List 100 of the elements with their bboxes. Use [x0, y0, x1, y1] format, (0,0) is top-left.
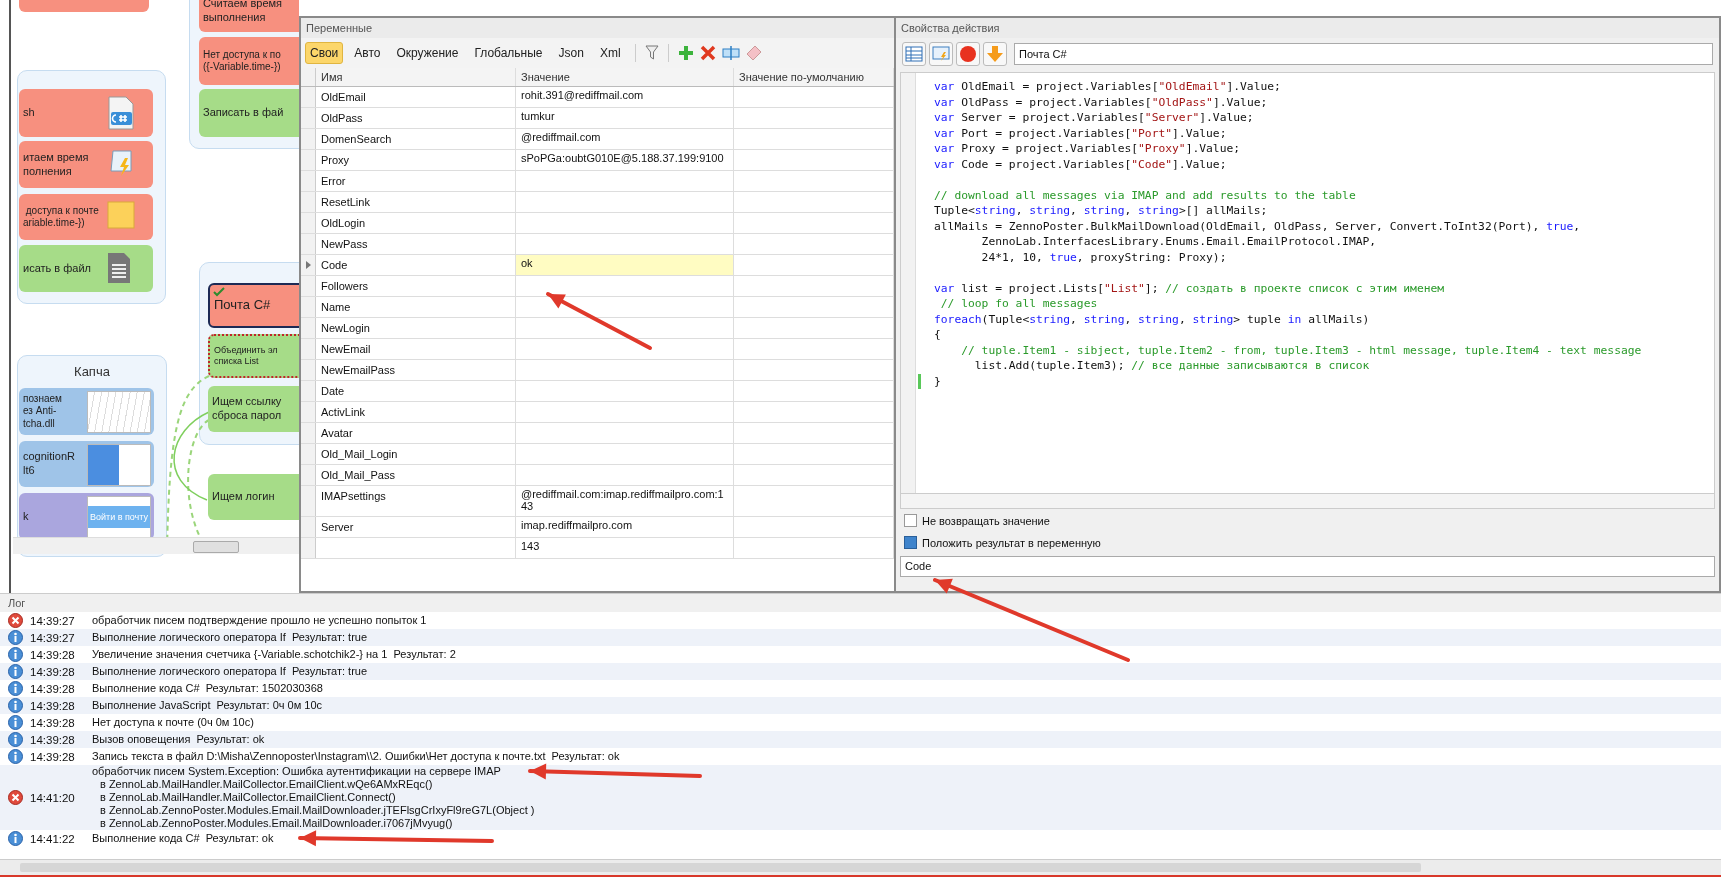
- action-node[interactable]: Почта C#: [208, 283, 299, 328]
- column-header[interactable]: Значение: [516, 68, 734, 86]
- thumbnail-text: Войти в почту: [87, 506, 151, 528]
- row-indicator-icon: [305, 261, 311, 269]
- node-label: исать в файл: [23, 261, 91, 276]
- filter-icon[interactable]: [644, 45, 659, 61]
- column-header[interactable]: Имя: [316, 68, 516, 86]
- eraser-icon[interactable]: [745, 45, 762, 61]
- log-time: 14:39:28: [30, 648, 76, 661]
- node-label: ariable.time-}): [23, 217, 86, 230]
- code-line: allMails = ZennoPoster.BulkMailDownload(OldEmail, OldPass, Server, Convert.ToInt32(Port), true,: [934, 218, 1581, 234]
- record-icon[interactable]: [956, 42, 980, 66]
- log-message: Выполнение логического оператора If Результат: true: [92, 631, 368, 644]
- table-cell: Name: [316, 297, 516, 317]
- horizontal-scrollbar[interactable]: [900, 494, 1715, 509]
- tab[interactable]: Авто: [349, 42, 386, 64]
- action-node[interactable]: исать в файл: [19, 245, 153, 292]
- code-line: list.Add(tuple.Item3); // все данные записываются в список: [973, 358, 1370, 374]
- code-line: // tuple.Item1 - sibject, tuple.Item2 - from, tuple.Item3 - html message, tuple.Item4 - text message: [960, 342, 1642, 358]
- table-cell: NewEmailPass: [316, 360, 516, 380]
- log-message: Запись текста в файл D:\Misha\Zennoposter\Instagram\\2. Ошибки\Нет доступа к почте.txt Результат: ok: [92, 750, 620, 763]
- code-line: var Port = project.Variables["Port"].Value;: [934, 125, 1227, 141]
- node-label: познаем: [23, 392, 62, 406]
- tab[interactable]: Json: [553, 42, 589, 64]
- node-label: Нет доступа к по: [203, 48, 281, 61]
- action-node[interactable]: Ищем логин: [208, 474, 299, 520]
- log-time: 14:39:28: [30, 665, 76, 678]
- tab[interactable]: Свои: [305, 42, 344, 64]
- code-line: {: [934, 327, 941, 343]
- action-node[interactable]: познаем ез Anti- tcha.dll: [19, 388, 154, 435]
- log-message: обработчик писем подтверждение прошло не успешно попыток 1: [92, 614, 427, 627]
- image-placeholder: [87, 444, 151, 486]
- action-node[interactable]: Ищем ссылку сброса парол: [208, 386, 299, 432]
- code-line: }: [934, 373, 941, 389]
- row-header[interactable]: [301, 255, 316, 275]
- table-cell: Old_Mail_Pass: [316, 465, 516, 485]
- panel-title: Свойства действия: [896, 18, 1719, 38]
- code-line: var OldEmail = project.Variables["OldEmail"].Value;: [934, 79, 1281, 95]
- action-node[interactable]: Записать в фай: [199, 89, 299, 137]
- checkbox-label: Не возвращать значение: [922, 514, 1050, 527]
- node-label: cognitionR: [23, 450, 75, 464]
- code-line: // loop fo all messages: [939, 296, 1098, 312]
- node-label: Ищем ссылку: [212, 395, 282, 409]
- table-cell: Proxy: [316, 150, 516, 170]
- table-view-icon[interactable]: [902, 42, 926, 66]
- code-line: 24*1, 10, true, proxyString: Proxy);: [980, 249, 1227, 265]
- action-node[interactable]: Считаем время выполнения: [199, 0, 299, 32]
- log-message: Выполнение JavaScript Результат: 0ч 0м 10с: [92, 699, 323, 712]
- table-cell: OldEmail: [316, 87, 516, 107]
- log-message: в ZennoLab.MailHandler.MailCollector.EmailClient.Connect(): [99, 791, 397, 804]
- horizontal-scrollbar[interactable]: [13, 537, 299, 554]
- code-line: var Server = project.Variables["Server"].Value;: [934, 110, 1254, 126]
- node-label: Ищем логин: [212, 490, 275, 504]
- window-lightning-icon[interactable]: [929, 42, 953, 66]
- node-label: итаем время: [23, 150, 89, 165]
- log-time: 14:39:28: [30, 716, 76, 729]
- log-time: 14:39:28: [30, 733, 76, 746]
- node-label: sh: [23, 106, 35, 120]
- log-message: Выполнение логического оператора If Результат: true: [92, 665, 368, 678]
- tab[interactable]: Xml: [594, 42, 626, 64]
- columns-icon[interactable]: [721, 45, 740, 61]
- checkbox[interactable]: [904, 536, 917, 549]
- delete-icon[interactable]: [699, 45, 716, 61]
- action-node[interactable]: доступа к почте ariable.time-}): [19, 194, 153, 240]
- log-message: Выполнение кода C# Результат: ok: [92, 832, 274, 845]
- horizontal-scrollbar[interactable]: [0, 859, 1721, 875]
- action-node[interactable]: Нет доступа к по ({-Variable.time-}): [199, 37, 299, 85]
- node-label: ({-Variable.time-}): [203, 61, 281, 74]
- table-cell: NewLogin: [316, 318, 516, 338]
- code-line: var Proxy = project.Variables["Proxy"].Value;: [934, 141, 1241, 157]
- code-line: // download all messages via IMAP and add results to the table: [934, 187, 1356, 203]
- action-node[interactable]: Объединить эл списка List: [208, 334, 299, 378]
- log-time: 14:39:27: [30, 614, 76, 627]
- table-cell: Old_Mail_Login: [316, 444, 516, 464]
- node-label: доступа к почте: [24, 204, 99, 217]
- checkbox[interactable]: [904, 514, 917, 527]
- node-label: tcha.dll: [23, 417, 56, 431]
- tab[interactable]: Глобальные: [469, 42, 548, 64]
- table-cell: DomenSearch: [316, 129, 516, 149]
- action-node[interactable]: sh: [19, 89, 153, 137]
- action-node[interactable]: k Войти в почту: [19, 493, 154, 540]
- log-time: 14:41:22: [30, 832, 76, 845]
- column-header[interactable]: Значение по-умолчанию: [734, 68, 894, 86]
- table-cell: NewEmail: [316, 339, 516, 359]
- action-name-field[interactable]: Почта C#: [1014, 43, 1713, 65]
- variable-input-field[interactable]: Code: [900, 556, 1715, 577]
- table-cell: @rediffmail.com: [516, 129, 734, 149]
- table-cell: Date: [316, 381, 516, 401]
- action-node[interactable]: cognitionR lt6: [19, 441, 154, 487]
- log-message: Вызов оповещения Результат: ok: [92, 733, 265, 746]
- tab[interactable]: Окружение: [391, 42, 464, 64]
- log-title: Лог: [0, 594, 1721, 612]
- action-node[interactable]: итаем время полнения: [19, 141, 153, 188]
- log-message: Увеличение значения счетчика {-Variable.schotchik2-} на 1 Результат: 2: [92, 648, 456, 661]
- add-icon[interactable]: [677, 45, 694, 61]
- log-message: обработчик писем System.Exception: Ошибка аутентификации на сервере IMAP: [92, 765, 502, 778]
- table-cell: Followers: [316, 276, 516, 296]
- code-line: var list = project.Lists["List"]; // создать в проекте список с этим именем: [934, 280, 1445, 296]
- node-label: выполнения: [203, 11, 267, 25]
- table-cell: Error: [316, 171, 516, 191]
